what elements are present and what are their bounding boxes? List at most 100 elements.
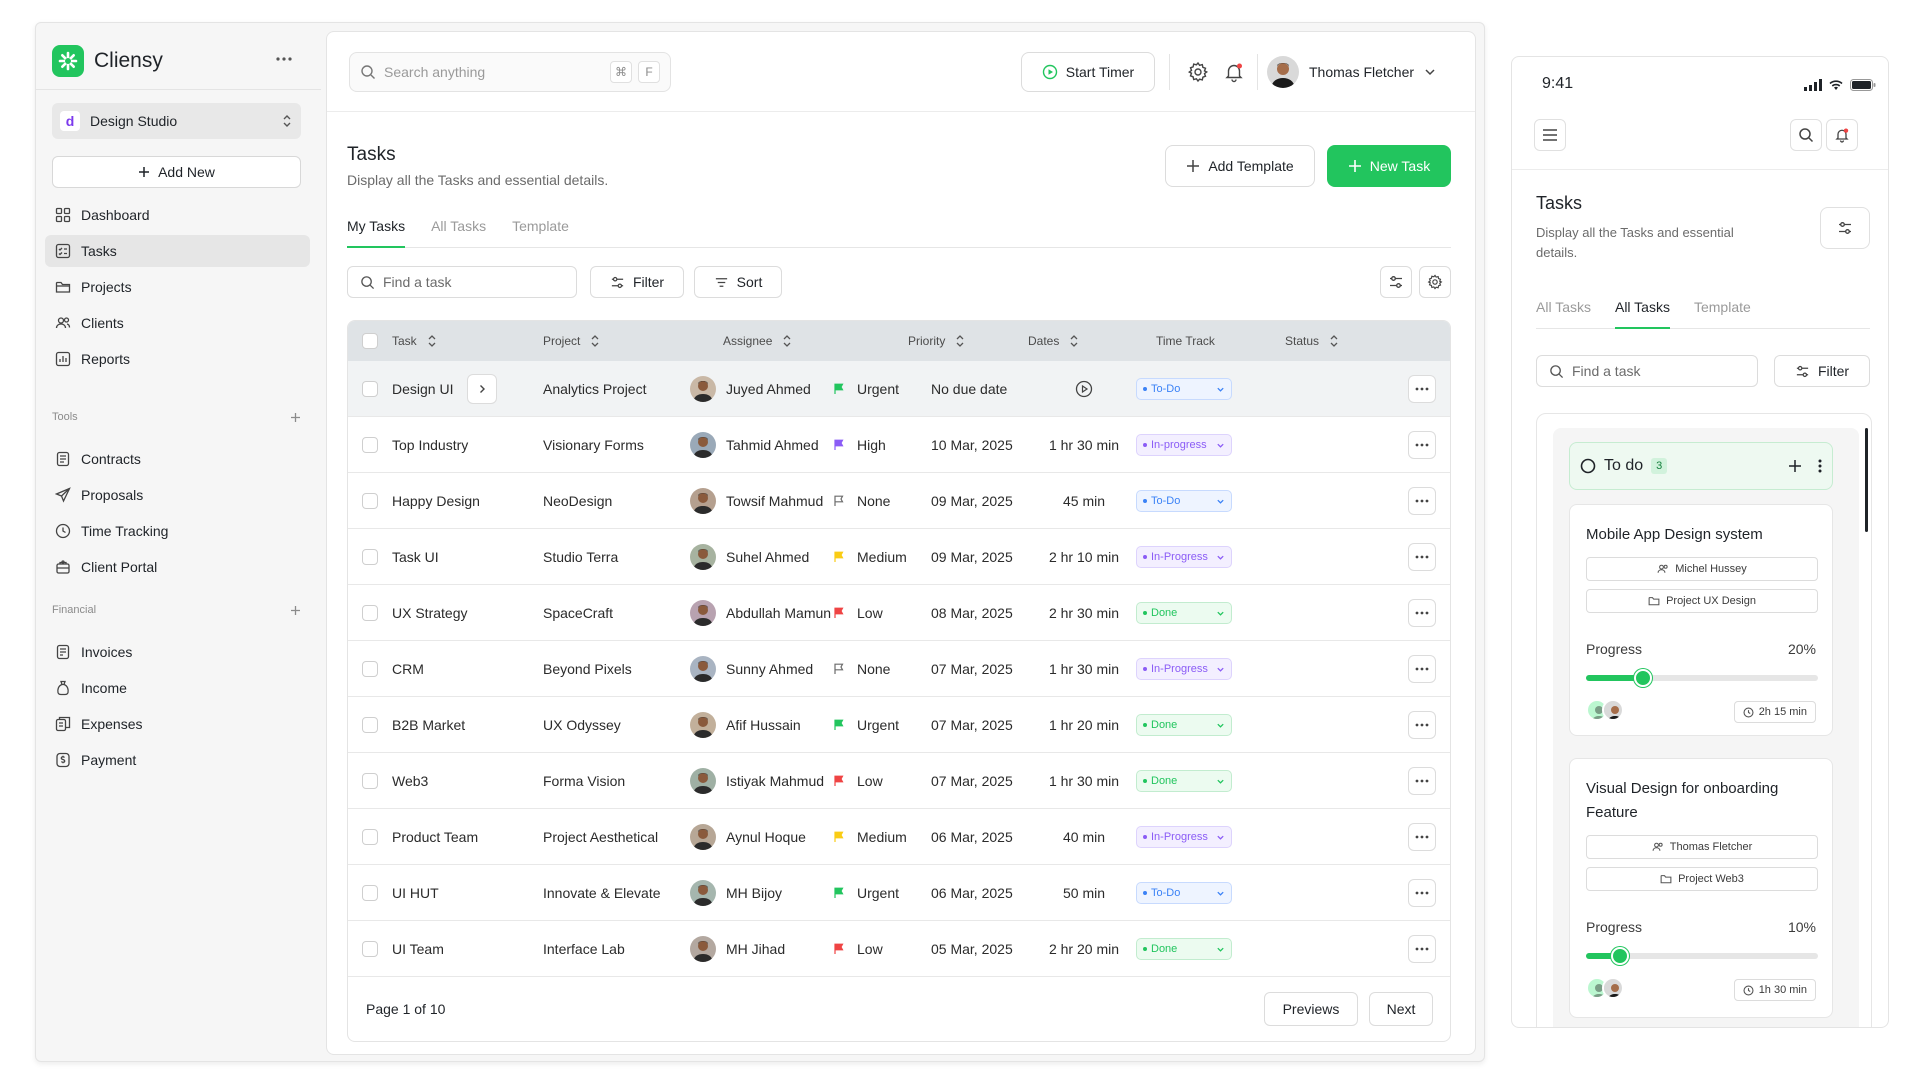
row-checkbox[interactable] [362, 641, 378, 697]
bell-icon[interactable] [1223, 61, 1245, 83]
find-task-input[interactable]: Find a task [1536, 355, 1758, 387]
sidebar-item-contracts[interactable]: Contracts [45, 443, 310, 475]
table-row[interactable]: B2B Market UX Odyssey Afif Hussain Urgen… [348, 697, 1450, 753]
add-template-button[interactable]: Add Template [1165, 145, 1315, 187]
more-horizontal-icon[interactable] [1408, 431, 1436, 459]
status-dropdown[interactable]: Done [1136, 770, 1232, 792]
filter-button[interactable]: Filter [1774, 355, 1870, 387]
sidebar-item-tasks[interactable]: Tasks [45, 235, 310, 267]
sidebar-item-invoices[interactable]: Invoices [45, 636, 310, 668]
sidebar-item-income[interactable]: Income [45, 672, 310, 704]
table-row[interactable]: Design UI Analytics Project Juyed Ahmed … [348, 361, 1450, 417]
table-row[interactable]: Happy Design NeoDesign Towsif Mahmud Non… [348, 473, 1450, 529]
row-checkbox[interactable] [362, 809, 378, 865]
more-vertical-icon[interactable] [1818, 459, 1822, 473]
find-task-input[interactable]: Find a task [347, 266, 577, 298]
more-horizontal-icon[interactable] [1408, 599, 1436, 627]
sidebar-item-clients[interactable]: Clients [45, 307, 310, 339]
start-timer-button[interactable]: Start Timer [1021, 52, 1155, 92]
sidebar-item-proposals[interactable]: Proposals [45, 479, 310, 511]
table-row[interactable]: Top Industry Visionary Forms Tahmid Ahme… [348, 417, 1450, 473]
status-dropdown[interactable]: Done [1136, 602, 1232, 624]
task-card[interactable]: Visual Design for onboarding Feature Tho… [1569, 758, 1833, 1018]
adjust-view-button[interactable] [1820, 207, 1870, 249]
column-header-task[interactable]: Task [392, 321, 437, 361]
column-header-priority[interactable]: Priority [908, 321, 965, 361]
tab-template[interactable]: Template [512, 218, 569, 248]
column-header-project[interactable]: Project [543, 321, 600, 361]
column-header-status[interactable]: Status [1285, 321, 1339, 361]
add-tool-plus-icon[interactable] [290, 412, 301, 423]
search-input[interactable]: Search anything ⌘ F [349, 52, 671, 92]
row-checkbox[interactable] [362, 585, 378, 641]
status-dropdown[interactable]: In-progress [1136, 434, 1232, 456]
search-icon[interactable] [1790, 119, 1822, 151]
table-row[interactable]: UI Team Interface Lab MH Jihad Low 05 Ma… [348, 921, 1450, 977]
sidebar-item-payment[interactable]: Payment [45, 744, 310, 776]
status-dropdown[interactable]: To-Do [1136, 882, 1232, 904]
add-new-button[interactable]: Add New [52, 156, 301, 188]
tab-all-tasks[interactable]: All Tasks [431, 218, 486, 248]
play-circle-icon[interactable] [1075, 380, 1093, 398]
column-header-dates[interactable]: Dates [1028, 321, 1079, 361]
new-task-button[interactable]: New Task [1327, 145, 1451, 187]
table-row[interactable]: UI HUT Innovate & Elevate MH Bijoy Urgen… [348, 865, 1450, 921]
brand[interactable]: Cliensy [52, 45, 163, 77]
status-dropdown[interactable]: To-Do [1136, 490, 1232, 512]
tab-my-tasks[interactable]: My Tasks [347, 218, 406, 248]
sidebar-item-projects[interactable]: Projects [45, 271, 310, 303]
bell-icon[interactable] [1826, 119, 1858, 151]
more-horizontal-icon[interactable] [1408, 487, 1436, 515]
row-checkbox[interactable] [362, 697, 378, 753]
filter-button[interactable]: Filter [590, 266, 684, 298]
sidebar-item-client-portal[interactable]: Client Portal [45, 551, 310, 583]
status-dropdown[interactable]: In-Progress [1136, 826, 1232, 848]
row-checkbox[interactable] [362, 865, 378, 921]
table-row[interactable]: Product Team Project Aesthetical Aynul H… [348, 809, 1450, 865]
more-horizontal-icon[interactable] [1408, 711, 1436, 739]
more-horizontal-icon[interactable] [1408, 879, 1436, 907]
status-dropdown[interactable]: Done [1136, 938, 1232, 960]
table-row[interactable]: Web3 Forma Vision Istiyak Mahmud Low 07 … [348, 753, 1450, 809]
tab-all-tasks-active[interactable]: All Tasks [1614, 299, 1670, 329]
table-row[interactable]: Task UI Studio Terra Suhel Ahmed Medium … [348, 529, 1450, 585]
sort-button[interactable]: Sort [694, 266, 782, 298]
gear-icon[interactable] [1187, 61, 1209, 83]
tab-template[interactable]: Template [1694, 299, 1751, 329]
expand-chevron-right-icon[interactable] [467, 374, 498, 404]
hamburger-menu-icon[interactable] [1534, 119, 1566, 151]
sidebar-item-expenses[interactable]: Expenses [45, 708, 310, 740]
select-all-checkbox[interactable] [362, 321, 378, 361]
table-row[interactable]: UX Strategy SpaceCraft Abdullah Mamun Lo… [348, 585, 1450, 641]
row-checkbox[interactable] [362, 417, 378, 473]
next-page-button[interactable]: Next [1369, 992, 1433, 1026]
row-checkbox[interactable] [362, 753, 378, 809]
status-dropdown[interactable]: Done [1136, 714, 1232, 736]
tab-all-tasks[interactable]: All Tasks [1536, 299, 1591, 329]
row-checkbox[interactable] [362, 473, 378, 529]
more-horizontal-icon[interactable] [1408, 823, 1436, 851]
sidebar-item-dashboard[interactable]: Dashboard [45, 199, 310, 231]
sidebar-item-time-tracking[interactable]: Time Tracking [45, 515, 310, 547]
sidebar-item-reports[interactable]: Reports [45, 343, 310, 375]
more-horizontal-icon[interactable] [1408, 935, 1436, 963]
row-checkbox[interactable] [362, 361, 378, 417]
workspace-switcher[interactable]: d Design Studio [52, 103, 301, 139]
scrollbar[interactable] [1865, 428, 1868, 532]
progress-knob[interactable] [1634, 669, 1652, 687]
table-row[interactable]: CRM Beyond Pixels Sunny Ahmed None 07 Ma… [348, 641, 1450, 697]
row-checkbox[interactable] [362, 921, 378, 977]
more-horizontal-icon[interactable] [1408, 375, 1436, 403]
more-horizontal-icon[interactable] [1408, 767, 1436, 795]
user-menu[interactable]: Thomas Fletcher [1267, 52, 1436, 92]
row-checkbox[interactable] [362, 529, 378, 585]
progress-bar[interactable] [1586, 947, 1818, 965]
status-dropdown[interactable]: In-Progress [1136, 546, 1232, 568]
task-card[interactable]: Mobile App Design system Michel Hussey P… [1569, 504, 1833, 736]
status-dropdown[interactable]: To-Do [1136, 378, 1232, 400]
table-settings-button[interactable] [1419, 266, 1451, 298]
plus-icon[interactable] [1788, 459, 1802, 473]
status-dropdown[interactable]: In-Progress [1136, 658, 1232, 680]
more-horizontal-icon[interactable] [275, 50, 293, 68]
add-financial-plus-icon[interactable] [290, 605, 301, 616]
